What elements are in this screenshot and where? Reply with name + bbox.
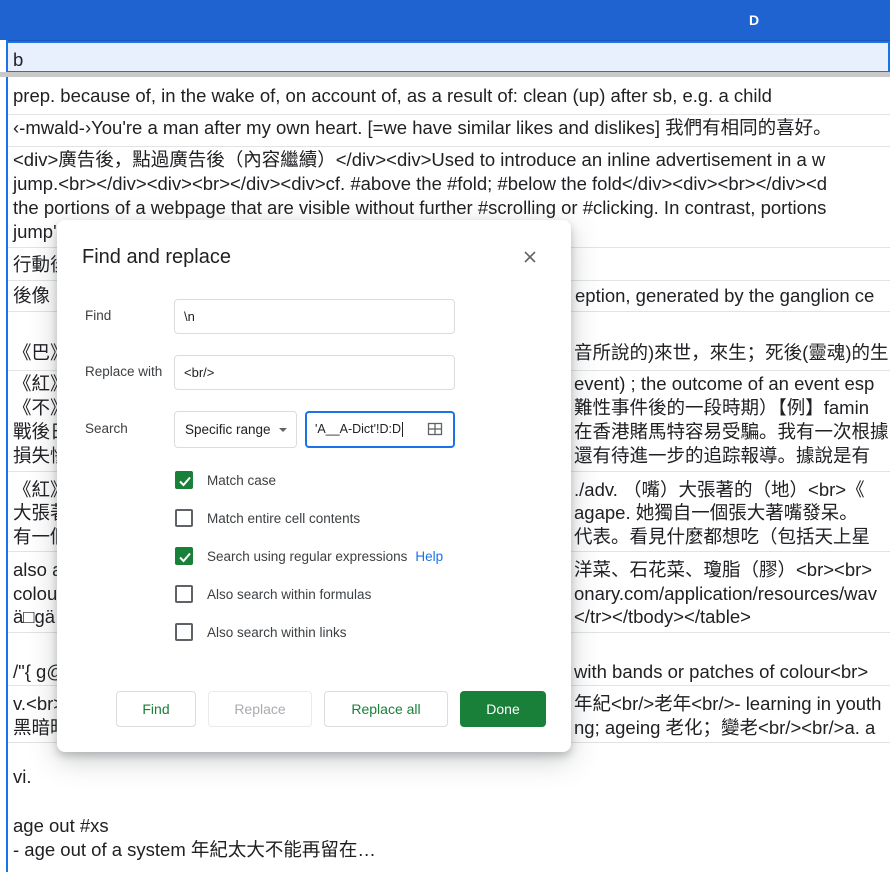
cell-text: <div>廣告後，點過廣告後（內容繼續）</div><div>Used to i… — [13, 149, 826, 170]
cell-text: 難性事件後的一段時期）【例】famin — [574, 397, 869, 418]
table-row[interactable]: b — [8, 41, 890, 73]
cell-text: 洋菜、石花菜、瓊脂（膠）<br><br> — [574, 559, 873, 580]
replace-label: Replace with — [85, 364, 163, 379]
text-cursor — [402, 422, 404, 438]
checkbox-search-links[interactable] — [175, 623, 193, 641]
checkbox-match-case[interactable] — [175, 471, 193, 489]
table-row[interactable]: prep. because of, in the wake of, on acc… — [8, 84, 890, 115]
replace-input[interactable]: <br/> — [174, 355, 455, 390]
option-search-formulas[interactable]: Also search within formulas — [175, 584, 371, 604]
option-match-case[interactable]: Match case — [175, 470, 276, 490]
cell-text: 年紀<br/>老年<br/>- learning in youth — [574, 693, 882, 714]
option-label: Match entire cell contents — [207, 510, 361, 526]
row-gutter — [0, 40, 8, 872]
cell-text: </tr></tbody></table> — [574, 606, 751, 627]
cell-text: eption, generated by the ganglion ce — [575, 285, 875, 306]
option-label: Match case — [207, 472, 277, 488]
cell-text: event) ; the outcome of an event esp — [574, 373, 875, 394]
search-scope-select[interactable]: Specific range — [174, 411, 297, 448]
cell-text: ./adv. （嘴）大張著的（地）<br>《 — [574, 479, 865, 500]
option-search-links[interactable]: Also search within links — [175, 622, 347, 642]
table-row[interactable]: ‹-mwald-›You're a man after my own heart… — [8, 116, 890, 147]
option-label: Search using regular expressions — [207, 548, 408, 564]
option-label: Also search within formulas — [207, 586, 372, 602]
checkmark-icon — [179, 552, 191, 563]
cell-text: with bands or patches of colour<br> — [574, 661, 869, 682]
done-button[interactable]: Done — [460, 691, 546, 727]
table-row[interactable]: vi. age out #xs - age out of a system 年紀… — [8, 744, 890, 872]
column-header-bar: D — [0, 0, 890, 42]
find-label: Find — [85, 308, 112, 323]
search-scope-value: Specific range — [185, 422, 271, 437]
cell-text: the portions of a webpage that are visib… — [13, 197, 827, 218]
column-header-d[interactable]: D — [749, 12, 759, 28]
checkbox-regex[interactable] — [175, 547, 193, 565]
cell-text: jump.<br></div><div><br></div><div>cf. #… — [13, 173, 828, 194]
find-replace-dialog: Find and replace Find \n Replace with <b… — [57, 220, 571, 752]
close-button[interactable] — [517, 244, 543, 270]
cell-text: age out #xs — [13, 815, 109, 836]
checkbox-search-formulas[interactable] — [175, 585, 193, 603]
cell-text: ‹-mwald-›You're a man after my own heart… — [13, 117, 832, 138]
freeze-divider[interactable] — [0, 72, 890, 77]
select-range-grid-icon[interactable] — [427, 421, 443, 437]
help-link[interactable]: Help — [415, 549, 443, 564]
cell-text: 後像 — [13, 285, 51, 306]
range-value: 'A__A-Dict'!D:D — [315, 422, 402, 436]
chevron-down-icon — [279, 428, 287, 432]
cell-text: 音所說的)來世，來生；死後(靈魂)的生 — [574, 342, 889, 363]
cell-text: prep. because of, in the wake of, on acc… — [13, 85, 772, 106]
dialog-title: Find and replace — [82, 246, 231, 268]
cell-text: b — [13, 49, 24, 70]
cell-text: - age out of a system 年紀太大不能再留在… — [13, 839, 376, 860]
option-regex[interactable]: Search using regular expressions Help — [175, 546, 443, 566]
replace-button[interactable]: Replace — [208, 691, 312, 727]
cell-text: ng; ageing 老化；變老<br/><br/>a. a — [574, 717, 876, 738]
checkmark-icon — [179, 476, 191, 487]
cell-text: also a — [13, 559, 63, 580]
range-input[interactable]: 'A__A-Dict'!D:D — [305, 411, 455, 448]
close-icon — [524, 251, 536, 263]
replace-all-button[interactable]: Replace all — [324, 691, 448, 727]
find-input[interactable]: \n — [174, 299, 455, 334]
search-label: Search — [85, 421, 128, 436]
cell-text: colou — [13, 583, 58, 604]
find-button[interactable]: Find — [116, 691, 196, 727]
checkbox-match-entire-cell[interactable] — [175, 509, 193, 527]
cell-text: onary.com/application/resources/wav — [574, 583, 877, 604]
cell-text: agape. 她獨自一個張大著嘴發呆。 — [574, 502, 858, 523]
cell-text: 在香港賭馬特容易受騙。我有一次根據 — [574, 421, 889, 442]
option-match-entire-cell[interactable]: Match entire cell contents — [175, 508, 360, 528]
cell-text: vi. — [13, 766, 32, 787]
cell-text: 代表。看見什麼都想吃（包括天上星 — [574, 526, 871, 547]
cell-text: 還有待進一步的追踪報導。據說是有 — [574, 445, 871, 466]
cell-text: ä□gä — [13, 606, 56, 627]
option-label: Also search within links — [207, 624, 347, 640]
